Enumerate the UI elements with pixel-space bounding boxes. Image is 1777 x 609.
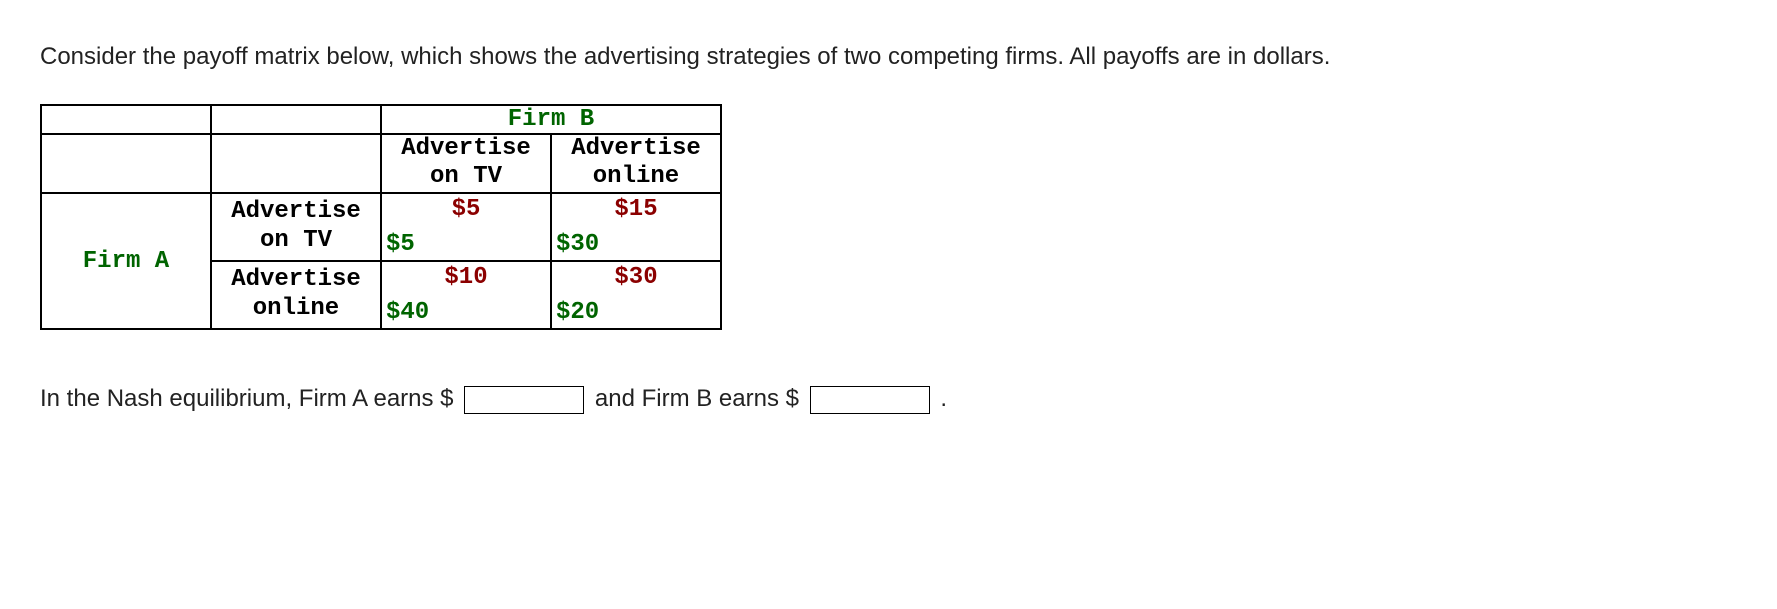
blank-cell bbox=[41, 134, 211, 194]
payoff-b: $5 bbox=[386, 231, 415, 258]
strategy-line2: online bbox=[212, 295, 380, 324]
firm-a-header: Firm A bbox=[41, 193, 211, 329]
payoff-b: $40 bbox=[386, 299, 429, 326]
strategy-line1: Advertise bbox=[212, 198, 380, 227]
question-line: In the Nash equilibrium, Firm A earns $ … bbox=[40, 380, 1737, 418]
payoff-a: $15 bbox=[614, 196, 657, 223]
payoff-matrix: Firm B Advertise on TV Advertise online … bbox=[40, 104, 722, 331]
payoff-a: $30 bbox=[614, 264, 657, 291]
payoff-b: $20 bbox=[556, 299, 599, 326]
firm-a-answer-input[interactable] bbox=[464, 386, 584, 414]
firm-b-strategy-online: Advertise online bbox=[551, 134, 721, 194]
payoff-online-tv: $10 $40 bbox=[381, 261, 551, 329]
payoff-b: $30 bbox=[556, 231, 599, 258]
payoff-tv-tv: $5 $5 bbox=[381, 193, 551, 261]
strategy-line2: on TV bbox=[212, 227, 380, 256]
payoff-tv-online: $15 $30 bbox=[551, 193, 721, 261]
firm-b-answer-input[interactable] bbox=[810, 386, 930, 414]
payoff-online-online: $30 $20 bbox=[551, 261, 721, 329]
question-part3: . bbox=[940, 385, 947, 412]
strategy-line2: online bbox=[552, 163, 720, 192]
question-part2: and Firm B earns $ bbox=[595, 385, 799, 412]
blank-cell bbox=[211, 105, 381, 134]
payoff-a: $10 bbox=[444, 264, 487, 291]
strategy-line1: Advertise bbox=[382, 135, 550, 164]
firm-b-strategy-tv: Advertise on TV bbox=[381, 134, 551, 194]
strategy-line2: on TV bbox=[382, 163, 550, 192]
firm-a-strategy-online: Advertise online bbox=[211, 261, 381, 329]
payoff-a: $5 bbox=[452, 196, 481, 223]
firm-a-strategy-tv: Advertise on TV bbox=[211, 193, 381, 261]
blank-cell bbox=[211, 134, 381, 194]
firm-b-header: Firm B bbox=[381, 105, 721, 134]
question-part1: In the Nash equilibrium, Firm A earns $ bbox=[40, 385, 454, 412]
blank-corner bbox=[41, 105, 211, 134]
intro-text: Consider the payoff matrix below, which … bbox=[40, 40, 1737, 74]
strategy-line1: Advertise bbox=[552, 135, 720, 164]
strategy-line1: Advertise bbox=[212, 266, 380, 295]
